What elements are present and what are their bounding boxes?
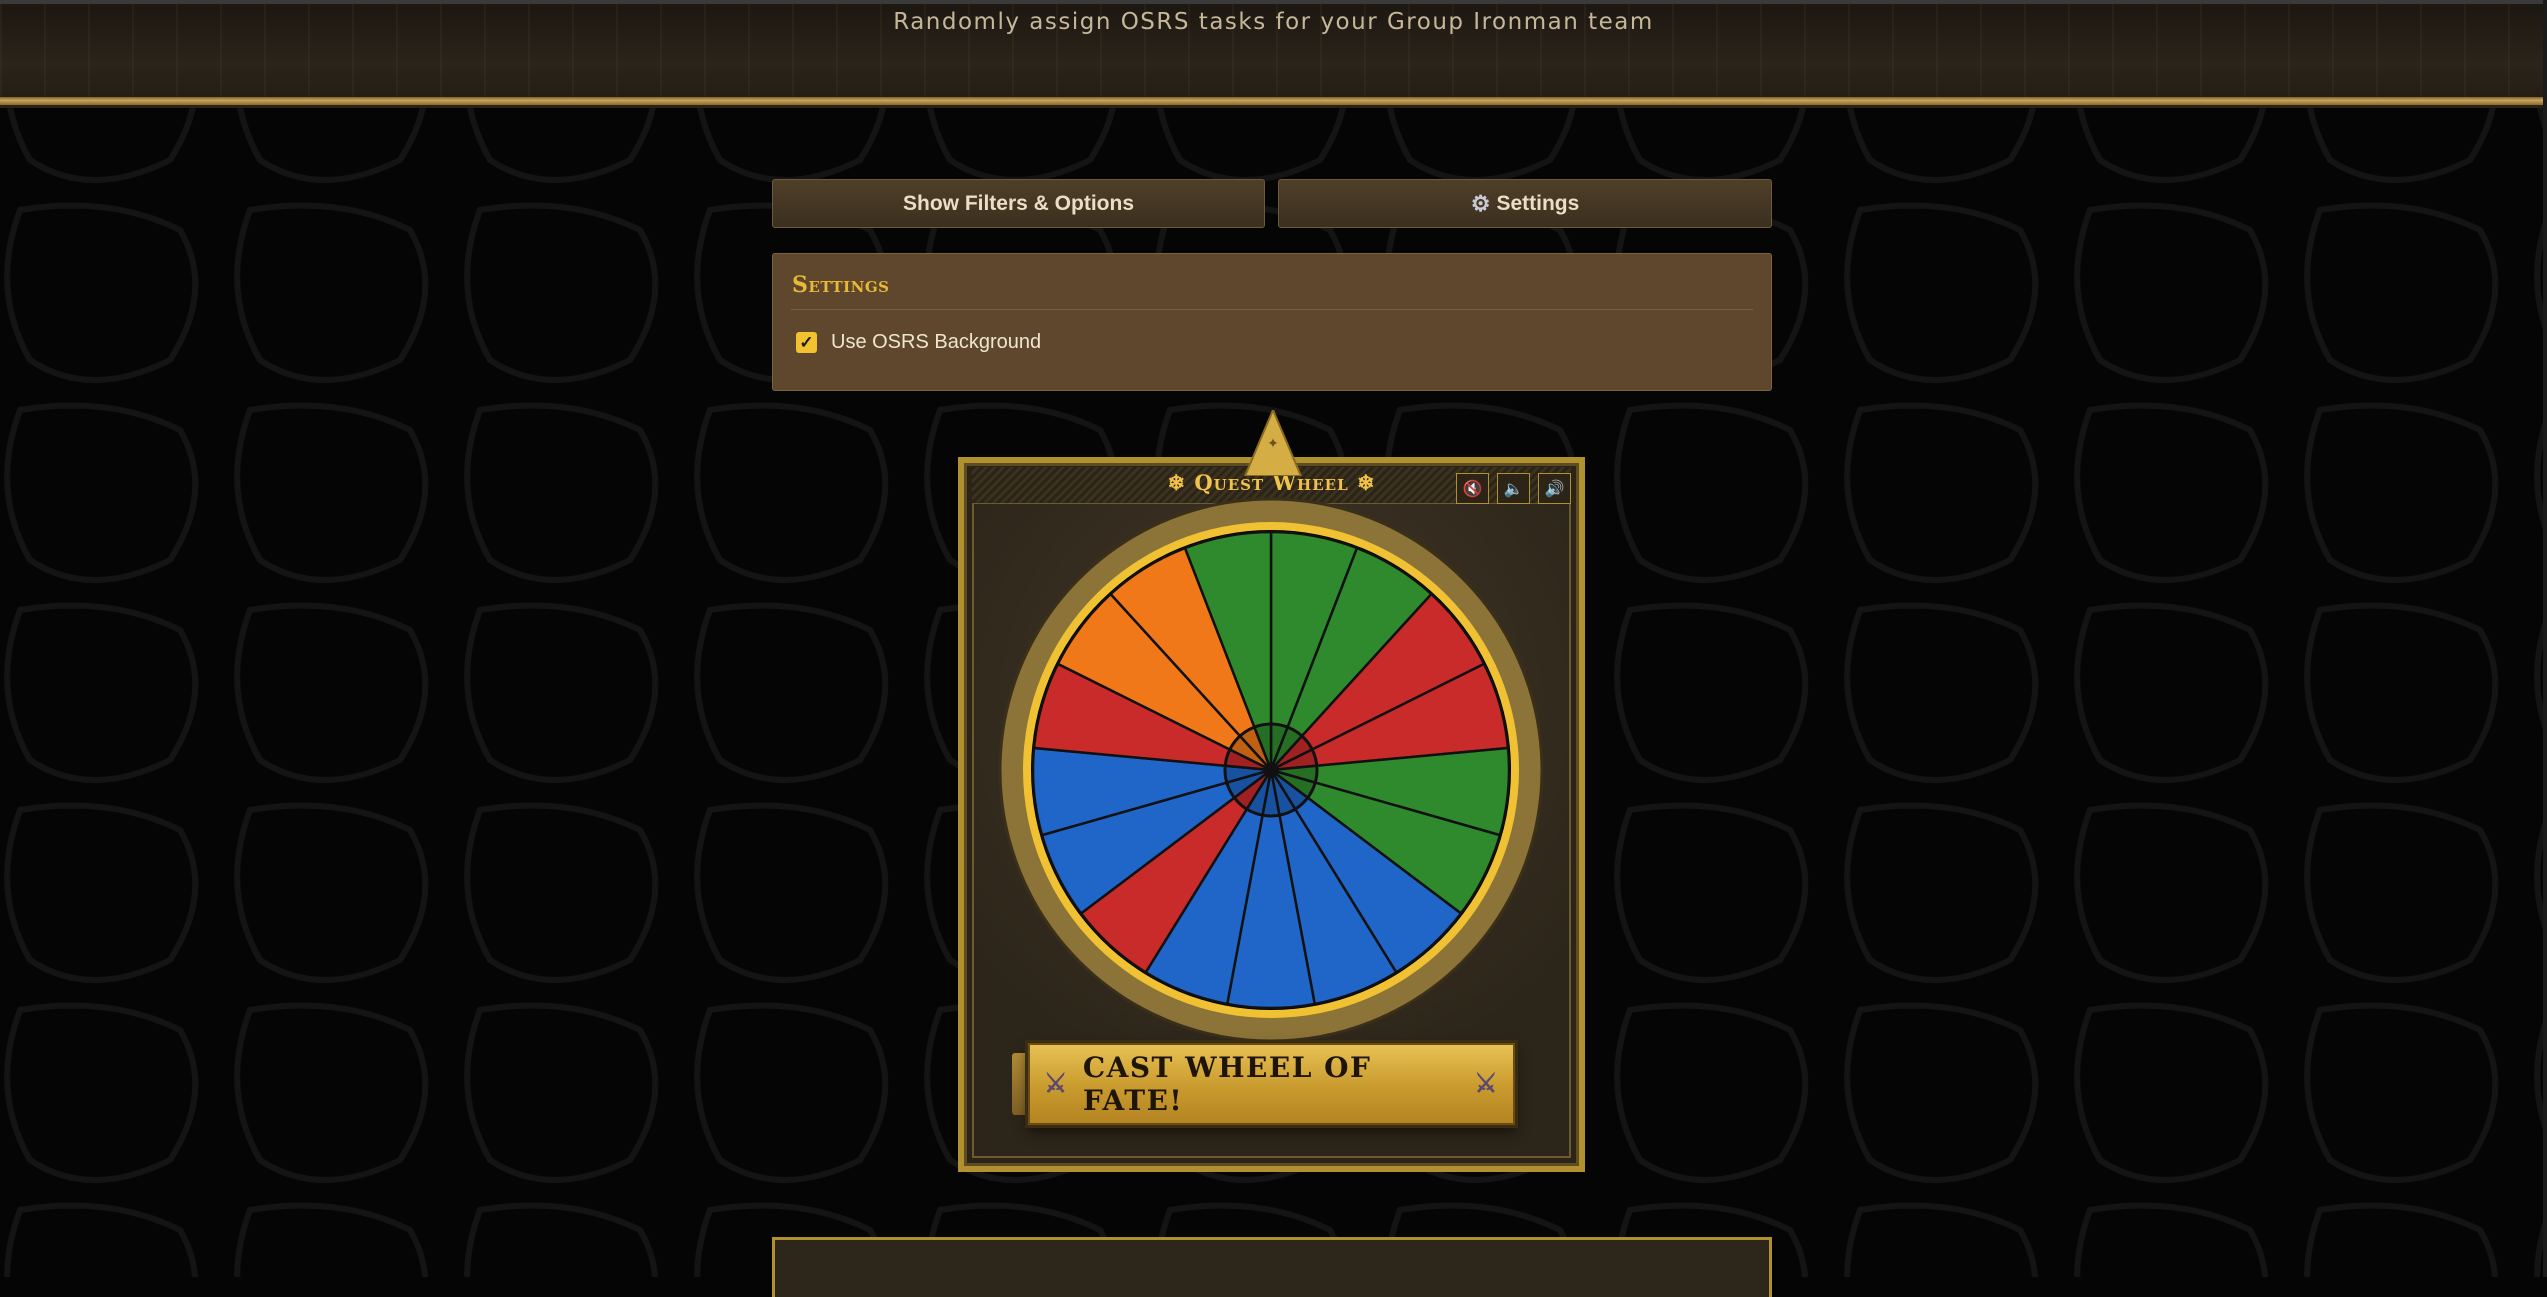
settings-title: Settings [792, 272, 890, 298]
gear-icon: ⚙ [1470, 190, 1491, 216]
header-divider [0, 97, 2547, 105]
settings-button[interactable]: ⚙ Settings [1278, 179, 1772, 228]
scrollbar-track[interactable] [2543, 0, 2547, 1277]
results-panel [772, 1237, 1772, 1297]
use-osrs-background-label: Use OSRS Background [831, 331, 1042, 353]
svg-text:✦: ✦ [1267, 436, 1279, 452]
show-filters-label: Show Filters & Options [902, 191, 1134, 215]
wheel-pointer: ✦ [1243, 410, 1303, 476]
crossed-swords-icon: ⚔ [1044, 1069, 1069, 1099]
settings-panel: Settings ✓ Use OSRS Background [772, 253, 1772, 391]
header-subtitle: Randomly assign OSRS tasks for your Grou… [893, 9, 1654, 35]
use-osrs-background-checkbox[interactable]: ✓ [796, 332, 817, 353]
show-filters-button[interactable]: Show Filters & Options [772, 179, 1265, 228]
quest-wheel[interactable] [998, 497, 1544, 1043]
crossed-swords-icon: ⚔ [1474, 1069, 1499, 1099]
cast-wheel-button[interactable]: ⚔ CAST WHEEL OF FATE! ⚔ [1028, 1043, 1515, 1125]
cast-wheel-label: CAST WHEEL OF FATE! [1082, 1051, 1372, 1117]
header-divider-shadow [0, 105, 2547, 108]
header: Randomly assign OSRS tasks for your Grou… [0, 0, 2547, 103]
cast-button-side-tab [1012, 1053, 1026, 1115]
settings-divider [791, 309, 1753, 310]
settings-button-label: Settings [1496, 191, 1580, 215]
